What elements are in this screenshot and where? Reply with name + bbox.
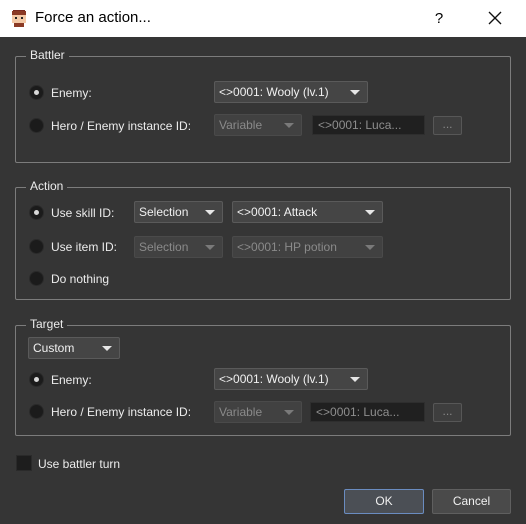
battler-instance-type-dropdown[interactable]: Variable <box>214 114 302 136</box>
chevron-down-icon <box>350 90 360 95</box>
chevron-down-icon <box>205 245 215 250</box>
ok-button[interactable]: OK <box>344 489 424 514</box>
skill-radio[interactable] <box>29 205 44 220</box>
chevron-down-icon <box>205 210 215 215</box>
battler-instance-radio[interactable] <box>29 118 44 133</box>
target-instance-label: Hero / Enemy instance ID: <box>51 405 192 419</box>
cancel-button[interactable]: Cancel <box>432 489 511 514</box>
target-group-title: Target <box>26 317 68 331</box>
item-mode-value: Selection <box>139 240 189 254</box>
chevron-down-icon <box>284 123 294 128</box>
battler-instance-type-value: Variable <box>219 118 263 132</box>
target-enemy-label: Enemy: <box>51 373 92 387</box>
item-mode-dropdown[interactable]: Selection <box>134 236 223 258</box>
battler-turn-checkbox[interactable] <box>16 455 32 471</box>
item-value: <>0001: HP potion <box>237 240 337 254</box>
skill-label: Use skill ID: <box>51 206 115 220</box>
skill-mode-value: Selection <box>139 205 189 219</box>
item-radio[interactable] <box>29 239 44 254</box>
battler-enemy-radio[interactable] <box>29 85 44 100</box>
battler-browse-button[interactable]: ... <box>433 116 462 135</box>
target-mode-dropdown[interactable]: Custom <box>28 337 120 359</box>
target-instance-type-value: Variable <box>219 405 263 419</box>
battler-enemy-dropdown[interactable]: <>0001: Wooly (lv.1) <box>214 81 368 103</box>
target-instance-field[interactable]: <>0001: Luca... <box>310 402 425 422</box>
battler-enemy-value: <>0001: Wooly (lv.1) <box>219 85 329 99</box>
skill-dropdown[interactable]: <>0001: Attack <box>232 201 383 223</box>
chevron-down-icon <box>350 377 360 382</box>
target-enemy-dropdown[interactable]: <>0001: Wooly (lv.1) <box>214 368 368 390</box>
battler-enemy-label: Enemy: <box>51 86 92 100</box>
battler-group-title: Battler <box>26 48 69 62</box>
battler-instance-field[interactable]: <>0001: Luca... <box>312 115 425 135</box>
item-dropdown[interactable]: <>0001: HP potion <box>232 236 383 258</box>
nothing-label: Do nothing <box>51 272 110 286</box>
item-label: Use item ID: <box>51 240 118 254</box>
close-icon[interactable] <box>480 0 510 37</box>
battler-turn-label: Use battler turn <box>38 457 121 471</box>
target-instance-type-dropdown[interactable]: Variable <box>214 401 302 423</box>
skill-mode-dropdown[interactable]: Selection <box>134 201 223 223</box>
target-enemy-value: <>0001: Wooly (lv.1) <box>219 372 329 386</box>
title-bar: Force an action... ? <box>0 0 526 37</box>
help-button[interactable]: ? <box>428 0 450 37</box>
window-title: Force an action... <box>35 9 151 26</box>
chevron-down-icon <box>365 245 375 250</box>
battler-group: Battler <box>15 48 511 163</box>
target-mode-value: Custom <box>33 341 75 355</box>
chevron-down-icon <box>365 210 375 215</box>
chevron-down-icon <box>284 410 294 415</box>
battler-instance-label: Hero / Enemy instance ID: <box>51 119 192 133</box>
target-browse-button[interactable]: ... <box>433 403 462 422</box>
app-character-icon <box>12 10 26 27</box>
target-enemy-radio[interactable] <box>29 372 44 387</box>
chevron-down-icon <box>102 346 112 351</box>
skill-value: <>0001: Attack <box>237 205 318 219</box>
target-instance-radio[interactable] <box>29 404 44 419</box>
action-group-title: Action <box>26 179 68 193</box>
nothing-radio[interactable] <box>29 271 44 286</box>
